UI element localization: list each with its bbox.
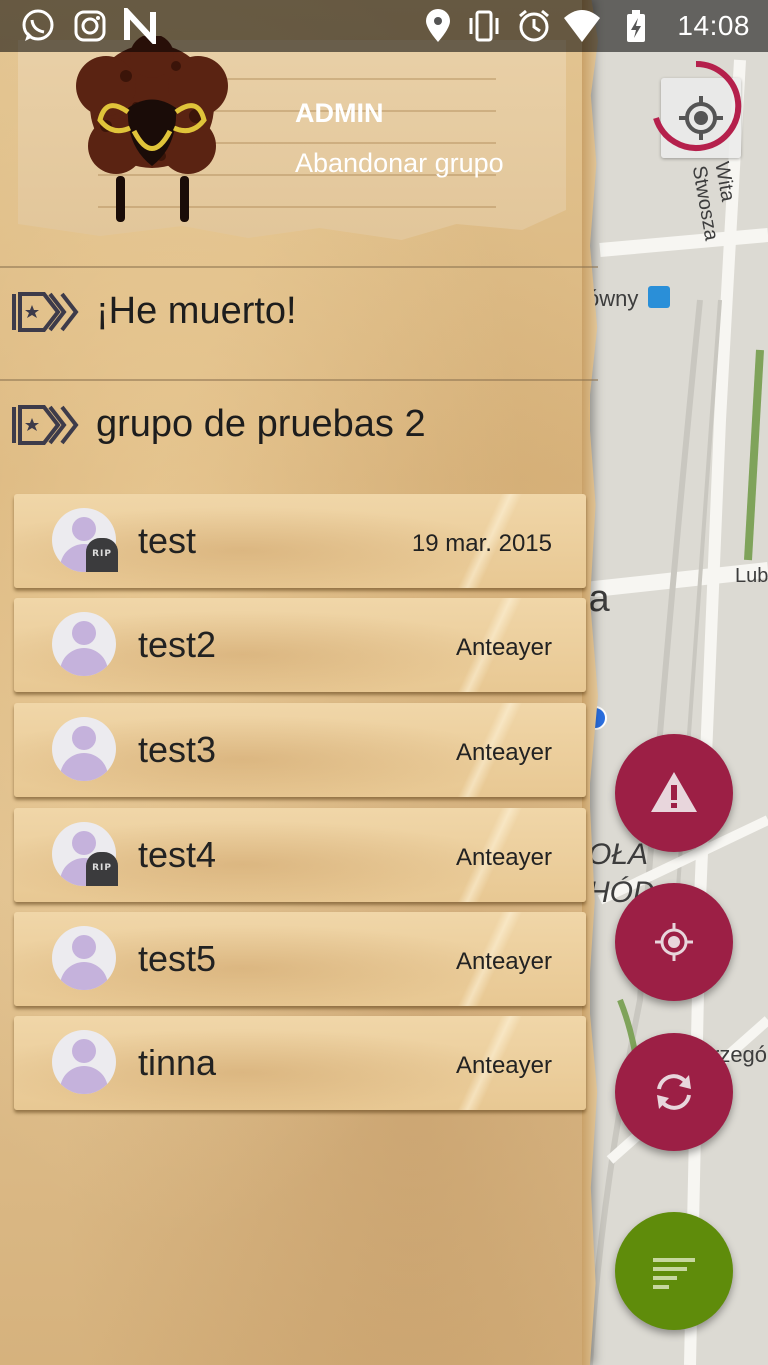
n-app-icon [124,8,156,44]
refresh-button[interactable] [615,1033,733,1151]
member-last-seen: Anteayer [455,634,552,661]
refresh-icon [657,1074,691,1110]
avatar [52,926,116,990]
member-row[interactable]: test5 Anteayer [14,912,586,1006]
leave-group-link[interactable]: Abandonar grupo [295,148,504,179]
clock-time: 14:08 [677,10,750,41]
battery-charging-icon [627,10,645,42]
member-last-seen: Anteayer [455,1052,552,1079]
instagram-icon [74,10,106,42]
member-last-seen: Anteayer [455,844,552,871]
map-street-label: Lub [735,565,768,587]
group-item[interactable]: ¡He muerto! [0,268,590,358]
member-row[interactable]: test2 Anteayer [14,598,586,692]
group-title: ¡He muerto! [96,290,297,332]
avatar [52,1030,116,1094]
status-bar: 14:08 [0,0,768,52]
group-title: grupo de pruebas 2 [96,403,426,445]
member-row[interactable]: test3 Anteayer [14,703,586,797]
target-button[interactable] [615,883,733,1001]
member-name: test [138,520,197,561]
group-item[interactable]: grupo de pruebas 2 [0,381,590,471]
member-name: test5 [138,938,217,979]
member-last-seen: 19 mar. 2015 [411,530,552,557]
whatsapp-icon [22,9,54,41]
member-row[interactable]: RIP test4 Anteayer [14,808,586,902]
member-row[interactable]: RIP test 19 mar. 2015 [14,494,586,588]
alarm-icon [519,9,549,42]
group-tag-icon [12,405,79,445]
member-name: test4 [138,834,217,875]
member-last-seen: Anteayer [455,739,552,766]
rip-tombstone-icon: RIP [86,852,118,886]
gps-target-icon [655,923,693,961]
member-name: test3 [138,729,217,770]
location-icon [426,9,450,42]
rip-tombstone-icon: RIP [86,538,118,572]
member-name: tinna [138,1042,217,1083]
map-area-label: OŁA [588,838,649,871]
member-row[interactable]: tinna Anteayer [14,1016,586,1110]
loading-ring-icon [653,60,742,151]
wifi-icon [564,10,600,42]
sheep-logo-icon [76,36,228,222]
member-last-seen: Anteayer [455,948,552,975]
group-tag-icon [12,292,79,332]
warning-icon [651,772,697,812]
vibrate-icon [469,10,499,42]
avatar [52,612,116,676]
alert-button[interactable] [615,734,733,852]
admin-label: ADMIN [295,98,384,128]
avatar [52,717,116,781]
navigation-drawer: ADMIN Abandonar grupo ¡He muerto! grupo … [0,0,598,1365]
list-icon [653,1258,695,1289]
list-button[interactable] [615,1212,733,1330]
member-name: test2 [138,624,217,665]
